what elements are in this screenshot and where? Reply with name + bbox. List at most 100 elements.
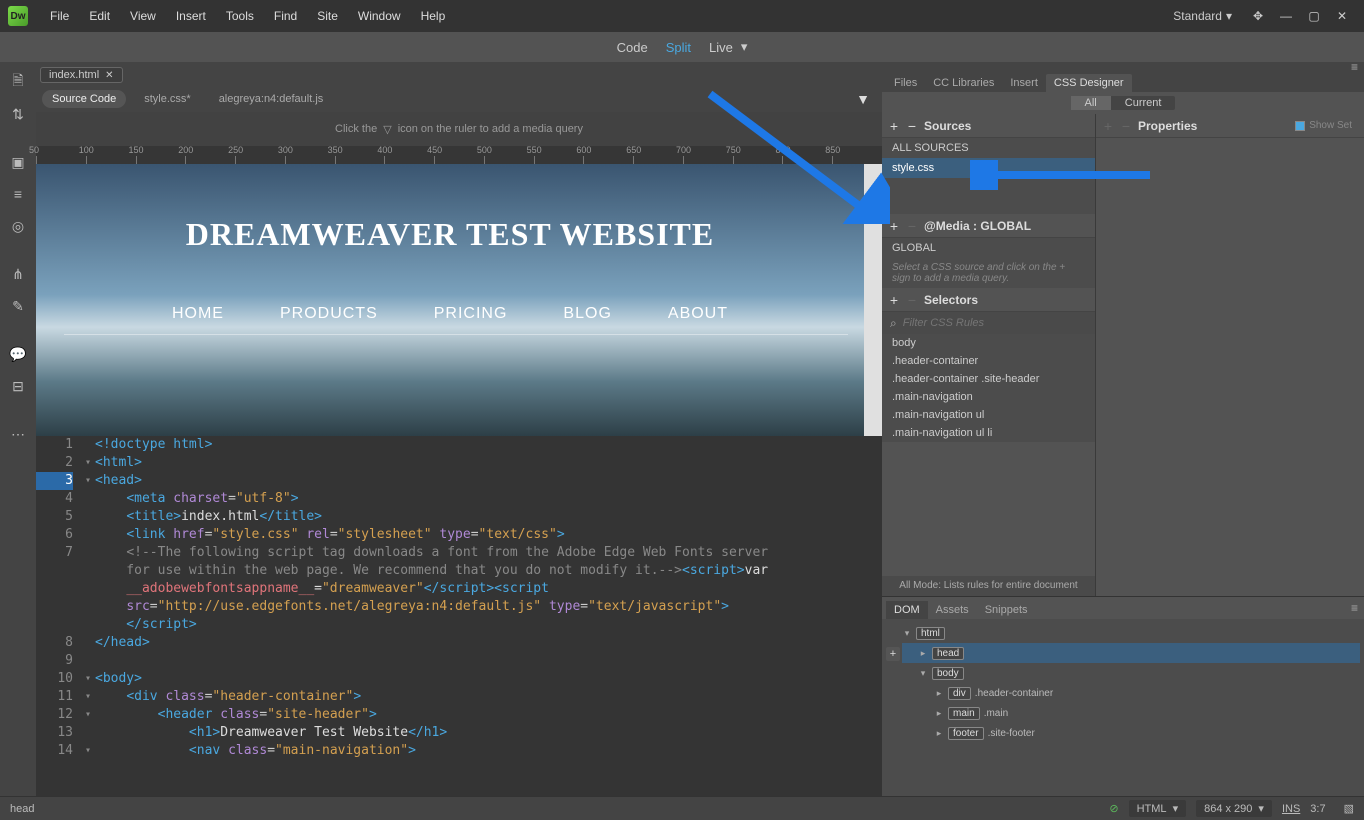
selectors-header: + − Selectors — [882, 288, 1095, 312]
document-tabs: index.html✕ — [36, 62, 882, 86]
expand-icon[interactable]: ≡ — [8, 184, 28, 204]
dom-node-body[interactable]: ▾body — [902, 663, 1360, 683]
dom-node-head[interactable]: ▸head — [902, 643, 1360, 663]
sync-icon[interactable]: ✥ — [1248, 8, 1268, 24]
nav-blog[interactable]: BLOG — [563, 305, 611, 323]
add-property-icon[interactable]: + — [1102, 118, 1114, 134]
minimize-icon[interactable]: — — [1276, 8, 1296, 24]
show-set-toggle[interactable]: Show Set — [1295, 120, 1352, 131]
selector-item[interactable]: body — [882, 334, 1095, 352]
nav-about[interactable]: ABOUT — [668, 305, 728, 323]
menu-find[interactable]: Find — [264, 9, 307, 23]
add-selector-icon[interactable]: + — [888, 292, 900, 308]
selector-filter: ⌕ — [882, 312, 1095, 334]
menu-site[interactable]: Site — [307, 9, 348, 23]
mode-current[interactable]: Current — [1111, 96, 1176, 110]
sources-header: + − Sources — [882, 114, 1095, 138]
live-icon[interactable]: ◎ — [8, 216, 28, 236]
dom-node-div[interactable]: ▸div.header-container — [902, 683, 1360, 703]
related-files-bar: Source Code style.css* alegreya:n4:defau… — [36, 86, 882, 112]
preview-icon[interactable]: ▧ — [1344, 802, 1354, 815]
tab-files[interactable]: Files — [886, 74, 925, 92]
wand-icon[interactable]: ✎ — [8, 296, 28, 316]
global-media[interactable]: GLOBAL — [882, 238, 1095, 258]
title-bar: Dw File Edit View Insert Tools Find Site… — [0, 0, 1364, 32]
search-icon: ⌕ — [890, 316, 897, 331]
dom-tree[interactable]: + ▾html ▸head ▾body ▸div.header-containe… — [882, 619, 1364, 796]
file-tab-index[interactable]: index.html✕ — [40, 67, 123, 83]
dom-node-footer[interactable]: ▸footer.site-footer — [902, 723, 1360, 743]
lang-selector[interactable]: HTML▾ — [1129, 800, 1186, 817]
selector-item[interactable]: .main-navigation — [882, 388, 1095, 406]
menu-window[interactable]: Window — [348, 9, 411, 23]
workspace-switcher[interactable]: Standard▾ — [1173, 9, 1232, 23]
nav-products[interactable]: PRODUCTS — [280, 305, 378, 323]
inspect-icon[interactable]: ▣ — [8, 152, 28, 172]
view-code[interactable]: Code — [617, 40, 648, 55]
remove-property-icon[interactable]: − — [1120, 118, 1132, 134]
tab-snippets[interactable]: Snippets — [977, 601, 1036, 619]
mode-segment[interactable]: All Current — [1071, 96, 1176, 110]
live-preview[interactable]: DREAMWEAVER TEST WEBSITE HOME PRODUCTS PRI… — [36, 164, 882, 436]
menu-view[interactable]: View — [120, 9, 166, 23]
menu-insert[interactable]: Insert — [166, 9, 216, 23]
nav-pricing[interactable]: PRICING — [434, 305, 508, 323]
source-code-tab[interactable]: Source Code — [42, 90, 126, 108]
tab-assets[interactable]: Assets — [928, 601, 977, 619]
menu-edit[interactable]: Edit — [79, 9, 120, 23]
add-source-icon[interactable]: + — [888, 118, 900, 134]
style-css-tab[interactable]: style.css* — [134, 90, 200, 108]
selector-item[interactable]: .header-container .site-header — [882, 370, 1095, 388]
mode-note: All Mode: Lists rules for entire documen… — [882, 576, 1095, 596]
media-header: + − @Media : GLOBAL — [882, 214, 1095, 238]
tab-cc-libraries[interactable]: CC Libraries — [925, 74, 1002, 92]
file-mgmt-icon[interactable]: 🗎 — [8, 72, 28, 92]
close-tab-icon[interactable]: ✕ — [105, 70, 113, 81]
collapse-icon[interactable]: ⊟ — [8, 376, 28, 396]
git-icon[interactable]: ⇅ — [8, 104, 28, 124]
tab-insert[interactable]: Insert — [1002, 74, 1046, 92]
left-toolbar: 🗎 ⇅ ▣ ≡ ◎ ⋔ ✎ 💬 ⊟ ⋯ — [0, 62, 36, 796]
ruler[interactable]: 5010015020025030035040045050055060065070… — [36, 146, 882, 164]
status-ok-icon: ⊘ — [1109, 802, 1118, 815]
add-media-icon[interactable]: + — [888, 218, 900, 234]
media-hint: Select a CSS source and click on the + s… — [882, 258, 1095, 288]
view-split[interactable]: Split — [666, 40, 691, 55]
tab-dom[interactable]: DOM — [886, 601, 928, 619]
breadcrumb[interactable]: head — [10, 803, 34, 815]
remove-media-icon[interactable]: − — [906, 218, 918, 234]
more-icon[interactable]: ⋯ — [8, 424, 28, 444]
dom-node-html[interactable]: ▾html — [902, 623, 1360, 643]
menu-tools[interactable]: Tools — [216, 9, 264, 23]
font-js-tab[interactable]: alegreya:n4:default.js — [209, 90, 334, 108]
menu-help[interactable]: Help — [411, 9, 456, 23]
comment-icon[interactable]: 💬 — [8, 344, 28, 364]
dom-node-main[interactable]: ▸main.main — [902, 703, 1360, 723]
properties-header: + − Properties Show Set — [1096, 114, 1364, 138]
nav-home[interactable]: HOME — [172, 305, 224, 323]
remove-source-icon[interactable]: − — [906, 118, 918, 134]
selector-item[interactable]: .main-navigation ul li — [882, 424, 1095, 442]
selector-item[interactable]: .header-container — [882, 352, 1095, 370]
breakpoint-icon: ▽ — [383, 123, 391, 136]
insert-mode[interactable]: INS — [1282, 803, 1300, 815]
menu-file[interactable]: File — [40, 9, 79, 23]
preview-site-title: DREAMWEAVER TEST WEBSITE — [186, 216, 714, 253]
viewport-size[interactable]: 864 x 290▾ — [1196, 800, 1272, 817]
source-style-css[interactable]: style.css — [882, 158, 1095, 178]
view-dropdown-icon[interactable]: ▾ — [741, 39, 748, 55]
mode-all[interactable]: All — [1071, 96, 1111, 110]
all-sources-label[interactable]: ALL SOURCES — [882, 138, 1095, 158]
maximize-icon[interactable]: ▢ — [1304, 8, 1324, 24]
remove-selector-icon[interactable]: − — [906, 292, 918, 308]
selector-item[interactable]: .main-navigation ul — [882, 406, 1095, 424]
filter-css-input[interactable] — [903, 317, 1087, 329]
format-icon[interactable]: ⋔ — [8, 264, 28, 284]
filter-icon[interactable]: ▼ — [856, 91, 870, 107]
close-icon[interactable]: ✕ — [1332, 8, 1352, 24]
dom-panel-tabs: DOM Assets Snippets — [882, 597, 1364, 619]
code-editor[interactable]: 1234567891011121314 ▾▾▾▾▾▾ <!doctype htm… — [36, 436, 882, 796]
dom-add-icon[interactable]: + — [886, 647, 900, 661]
view-live[interactable]: Live — [709, 40, 733, 55]
tab-css-designer[interactable]: CSS Designer — [1046, 74, 1132, 92]
